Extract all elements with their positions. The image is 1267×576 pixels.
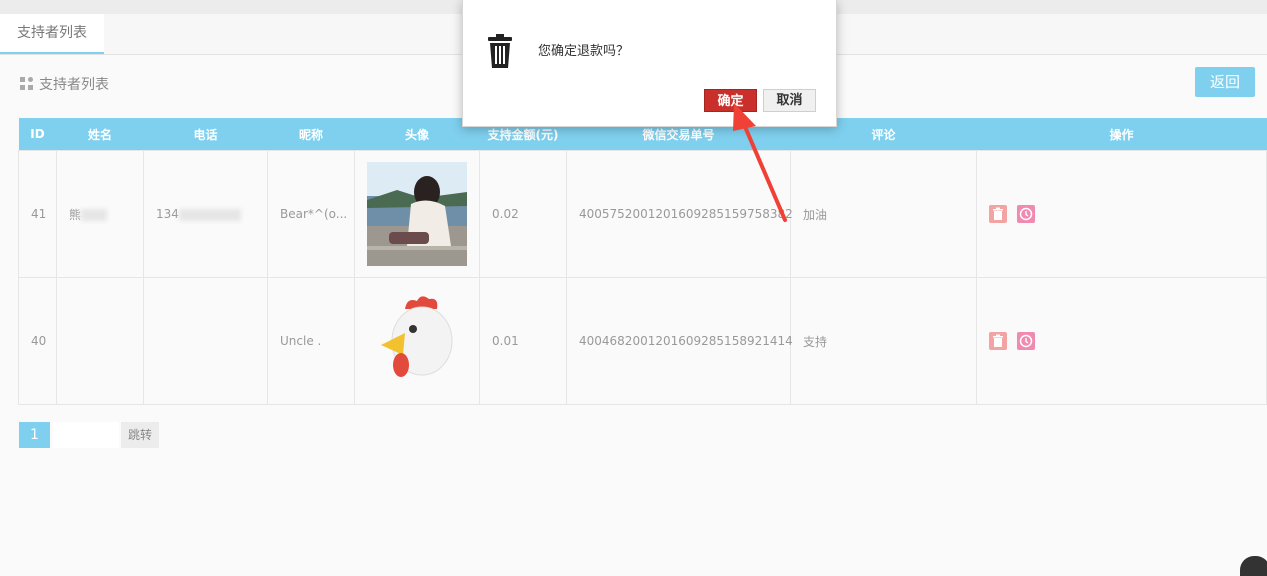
dialog-message: 您确定退款吗？	[538, 44, 630, 59]
refund-icon[interactable]	[1017, 205, 1035, 223]
cell-nickname: Bear*^(o...	[267, 150, 355, 278]
cell-avatar	[354, 277, 480, 405]
name-text: 熊	[69, 207, 82, 222]
table-row: 40 Uncle . 0.01 400468200120160928515892…	[18, 277, 1267, 405]
cell-avatar	[354, 150, 480, 278]
table-row: 41 熊 134 Bear*^(o... 0.02 40057520012016…	[18, 150, 1267, 278]
col-id: ID	[18, 118, 57, 151]
col-name: 姓名	[56, 118, 144, 151]
col-avatar: 头像	[354, 118, 480, 151]
page-jump-input[interactable]	[53, 422, 119, 448]
avatar	[367, 162, 467, 266]
tab-supporter-list[interactable]: 支持者列表	[0, 14, 104, 54]
trash-icon	[488, 34, 512, 68]
cell-trade-no: 4004682001201609285158921414	[566, 277, 793, 405]
confirm-button[interactable]: 确定	[704, 89, 757, 112]
page-number[interactable]: 1	[19, 422, 50, 448]
cell-phone	[143, 277, 268, 405]
cell-actions	[976, 277, 1267, 405]
col-actions: 操作	[976, 118, 1267, 151]
grid-icon	[20, 77, 33, 90]
cancel-button[interactable]: 取消	[763, 89, 816, 112]
blurred-phone	[178, 208, 241, 221]
cell-phone: 134	[143, 150, 268, 278]
cell-amount: 0.02	[479, 150, 567, 278]
cell-name	[56, 277, 144, 405]
col-phone: 电话	[143, 118, 268, 151]
trash-icon[interactable]	[989, 205, 1007, 223]
phone-text: 134	[156, 207, 179, 221]
cell-amount: 0.01	[479, 277, 567, 405]
back-button[interactable]: 返回	[1195, 67, 1255, 97]
cell-trade-no: 4005752001201609285159758382	[566, 150, 793, 278]
cell-comment: 加油	[790, 150, 977, 278]
cell-id: 41	[18, 150, 57, 278]
confirm-refund-dialog: 您确定退款吗？ 确定 取消	[462, 0, 837, 127]
col-nickname: 昵称	[267, 118, 355, 151]
chicken-avatar	[367, 289, 467, 393]
blurred-name	[81, 209, 108, 221]
cell-nickname: Uncle .	[267, 277, 355, 405]
cell-id: 40	[18, 277, 57, 405]
section-title: 支持者列表	[20, 74, 109, 96]
section-title-text: 支持者列表	[39, 77, 109, 93]
cell-actions	[976, 150, 1267, 278]
corner-widget	[1240, 556, 1267, 576]
supporter-table: ID 姓名 电话 昵称 头像 支持金额(元) 微信交易单号 评论 操作 41 熊…	[18, 118, 1267, 405]
cell-comment: 支持	[790, 277, 977, 405]
refund-icon[interactable]	[1017, 332, 1035, 350]
cell-name: 熊	[56, 150, 144, 278]
trash-icon[interactable]	[989, 332, 1007, 350]
page-jump-button[interactable]: 跳转	[121, 422, 159, 448]
